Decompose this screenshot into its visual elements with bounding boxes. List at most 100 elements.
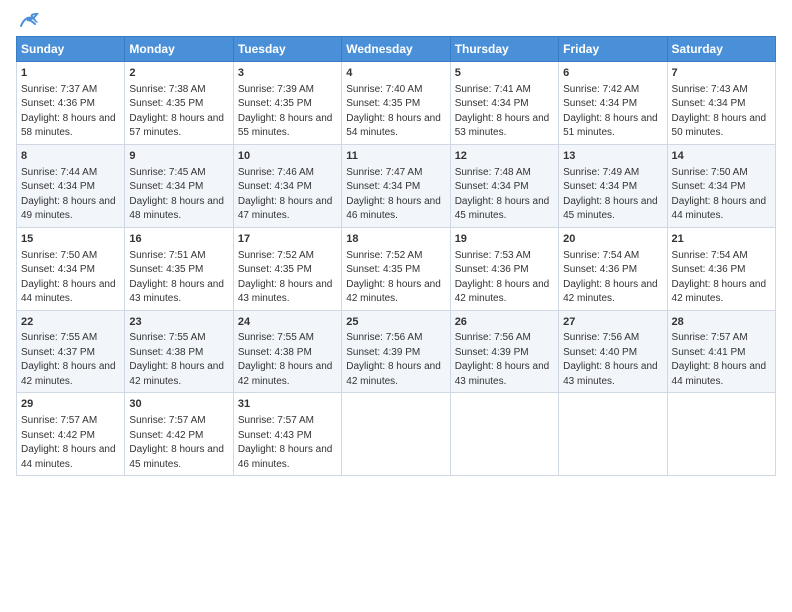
day-number: 19 [455,232,554,247]
calendar-cell: 26Sunrise: 7:56 AMSunset: 4:39 PMDayligh… [450,310,558,393]
sunrise: Sunrise: 7:48 AM [455,167,531,178]
day-number: 2 [129,66,228,81]
daylight: Daylight: 8 hours and 53 minutes. [455,113,550,139]
daylight: Daylight: 8 hours and 47 minutes. [238,196,333,222]
sunrise: Sunrise: 7:57 AM [672,332,748,343]
calendar-cell: 14Sunrise: 7:50 AMSunset: 4:34 PMDayligh… [667,144,775,227]
day-number: 1 [21,66,120,81]
daylight: Daylight: 8 hours and 42 minutes. [21,361,116,387]
calendar-cell: 21Sunrise: 7:54 AMSunset: 4:36 PMDayligh… [667,227,775,310]
daylight: Daylight: 8 hours and 46 minutes. [238,444,333,470]
calendar-cell: 4Sunrise: 7:40 AMSunset: 4:35 PMDaylight… [342,62,450,145]
sunset: Sunset: 4:34 PM [672,181,746,192]
calendar-cell: 22Sunrise: 7:55 AMSunset: 4:37 PMDayligh… [17,310,125,393]
calendar-row-3: 15Sunrise: 7:50 AMSunset: 4:34 PMDayligh… [17,227,776,310]
calendar-cell [342,393,450,476]
page: SundayMondayTuesdayWednesdayThursdayFrid… [0,0,792,612]
daylight: Daylight: 8 hours and 54 minutes. [346,113,441,139]
calendar-cell: 12Sunrise: 7:48 AMSunset: 4:34 PMDayligh… [450,144,558,227]
sunrise: Sunrise: 7:50 AM [672,167,748,178]
sunset: Sunset: 4:39 PM [455,347,529,358]
day-number: 4 [346,66,445,81]
sunrise: Sunrise: 7:53 AM [455,250,531,261]
day-number: 20 [563,232,662,247]
day-number: 13 [563,149,662,164]
sunset: Sunset: 4:43 PM [238,430,312,441]
day-number: 18 [346,232,445,247]
sunset: Sunset: 4:38 PM [129,347,203,358]
calendar-cell: 11Sunrise: 7:47 AMSunset: 4:34 PMDayligh… [342,144,450,227]
daylight: Daylight: 8 hours and 58 minutes. [21,113,116,139]
logo-line1 [16,12,41,32]
calendar-cell: 1Sunrise: 7:37 AMSunset: 4:36 PMDaylight… [17,62,125,145]
daylight: Daylight: 8 hours and 43 minutes. [455,361,550,387]
sunset: Sunset: 4:35 PM [129,264,203,275]
sunset: Sunset: 4:41 PM [672,347,746,358]
daylight: Daylight: 8 hours and 42 minutes. [129,361,224,387]
day-number: 10 [238,149,337,164]
calendar-cell: 24Sunrise: 7:55 AMSunset: 4:38 PMDayligh… [233,310,341,393]
calendar-cell: 30Sunrise: 7:57 AMSunset: 4:42 PMDayligh… [125,393,233,476]
sunrise: Sunrise: 7:56 AM [455,332,531,343]
day-number: 17 [238,232,337,247]
sunset: Sunset: 4:36 PM [455,264,529,275]
col-header-saturday: Saturday [667,37,775,62]
sunrise: Sunrise: 7:57 AM [21,415,97,426]
daylight: Daylight: 8 hours and 42 minutes. [346,361,441,387]
sunrise: Sunrise: 7:55 AM [129,332,205,343]
day-number: 11 [346,149,445,164]
calendar-cell: 9Sunrise: 7:45 AMSunset: 4:34 PMDaylight… [125,144,233,227]
calendar-cell: 10Sunrise: 7:46 AMSunset: 4:34 PMDayligh… [233,144,341,227]
calendar-row-5: 29 Sunrise: 7:57 AM Sunset: 4:42 PM Dayligh… [17,393,776,476]
day-number: 23 [129,315,228,330]
sunset: Sunset: 4:34 PM [238,181,312,192]
calendar-cell: 3Sunrise: 7:39 AMSunset: 4:35 PMDaylight… [233,62,341,145]
daylight: Daylight: 8 hours and 45 minutes. [563,196,658,222]
daylight: Daylight: 8 hours and 46 minutes. [346,196,441,222]
calendar-cell: 31Sunrise: 7:57 AMSunset: 4:43 PMDayligh… [233,393,341,476]
sunset: Sunset: 4:36 PM [672,264,746,275]
sunrise: Sunrise: 7:45 AM [129,167,205,178]
sunset: Sunset: 4:35 PM [346,98,420,109]
calendar-cell: 7Sunrise: 7:43 AMSunset: 4:34 PMDaylight… [667,62,775,145]
calendar-cell: 15Sunrise: 7:50 AMSunset: 4:34 PMDayligh… [17,227,125,310]
sunset: Sunset: 4:42 PM [21,430,95,441]
calendar-row-4: 22Sunrise: 7:55 AMSunset: 4:37 PMDayligh… [17,310,776,393]
day-number: 24 [238,315,337,330]
calendar-cell: 6Sunrise: 7:42 AMSunset: 4:34 PMDaylight… [559,62,667,145]
day-number: 8 [21,149,120,164]
sunrise: Sunrise: 7:51 AM [129,250,205,261]
sunrise: Sunrise: 7:37 AM [21,84,97,95]
calendar-row-2: 8Sunrise: 7:44 AMSunset: 4:34 PMDaylight… [17,144,776,227]
calendar-cell [450,393,558,476]
calendar-cell [667,393,775,476]
daylight: Daylight: 8 hours and 44 minutes. [21,279,116,305]
sunset: Sunset: 4:35 PM [129,98,203,109]
sunrise: Sunrise: 7:54 AM [672,250,748,261]
calendar-cell: 8Sunrise: 7:44 AMSunset: 4:34 PMDaylight… [17,144,125,227]
col-header-friday: Friday [559,37,667,62]
daylight: Daylight: 8 hours and 48 minutes. [129,196,224,222]
day-number: 31 [238,397,337,412]
day-number: 5 [455,66,554,81]
logo-bird-icon [19,12,41,30]
sunset: Sunset: 4:34 PM [563,181,637,192]
sunset: Sunset: 4:37 PM [21,347,95,358]
day-number: 29 [21,397,120,412]
calendar-cell: 19Sunrise: 7:53 AMSunset: 4:36 PMDayligh… [450,227,558,310]
sunset: Sunset: 4:34 PM [346,181,420,192]
sunrise: Sunrise: 7:55 AM [21,332,97,343]
day-number: 28 [672,315,771,330]
day-number: 27 [563,315,662,330]
calendar-cell: 29Sunrise: 7:57 AMSunset: 4:42 PMDayligh… [17,393,125,476]
daylight: Daylight: 8 hours and 42 minutes. [672,279,767,305]
sunset: Sunset: 4:40 PM [563,347,637,358]
sunrise: Sunrise: 7:43 AM [672,84,748,95]
day-number: 15 [21,232,120,247]
sunset: Sunset: 4:36 PM [563,264,637,275]
sunrise: Sunrise: 7:56 AM [346,332,422,343]
daylight: Daylight: 8 hours and 43 minutes. [129,279,224,305]
calendar-row-1: 1Sunrise: 7:37 AMSunset: 4:36 PMDaylight… [17,62,776,145]
daylight: Daylight: 8 hours and 45 minutes. [129,444,224,470]
daylight: Daylight: 8 hours and 44 minutes. [672,196,767,222]
